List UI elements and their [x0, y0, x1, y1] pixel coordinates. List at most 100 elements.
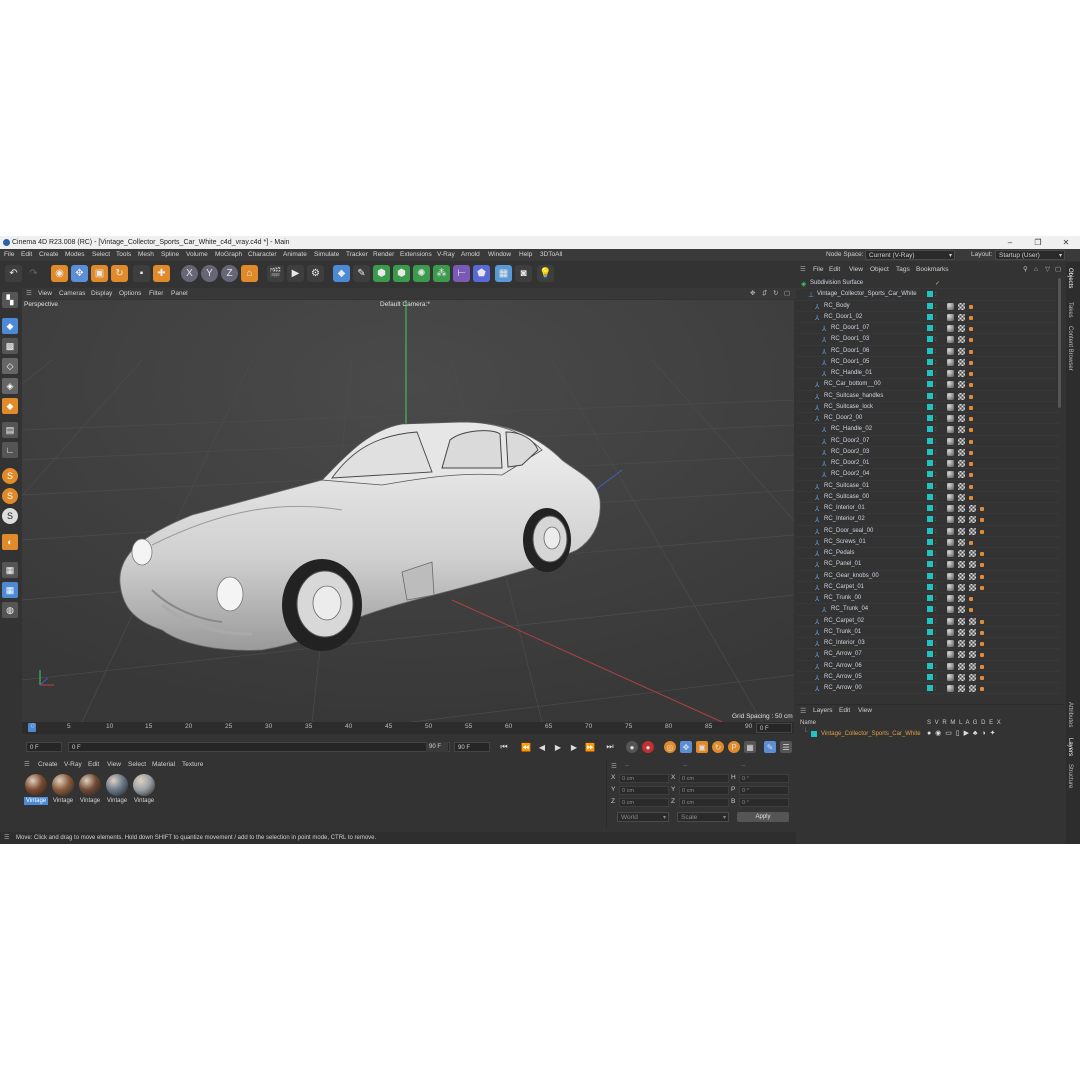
viewport-menu-icon[interactable]: ☰: [26, 288, 32, 299]
layer-color-swatch[interactable]: [927, 662, 933, 669]
object-row[interactable]: ⅄ RC_Arrow_00:: [797, 683, 1059, 695]
menu-character[interactable]: Character: [248, 249, 277, 261]
phong-tag-icon[interactable]: [969, 462, 973, 466]
texture-tag-icon[interactable]: [958, 617, 965, 625]
record-icon[interactable]: ●: [626, 741, 638, 753]
next-frame-icon[interactable]: ▶: [568, 741, 580, 753]
menu-window[interactable]: Window: [488, 249, 511, 261]
material-menu-create[interactable]: Create: [38, 760, 58, 770]
layer-color-swatch[interactable]: [927, 336, 933, 343]
texture-tag-icon[interactable]: [969, 516, 976, 524]
phong-tag-icon[interactable]: [969, 338, 973, 343]
layer-menu-layers[interactable]: Layers: [813, 707, 833, 714]
layer-row[interactable]: └ Vintage_Collector_Sports_Car_White ● ◉…: [797, 729, 1059, 739]
texture-tag-icon[interactable]: [958, 651, 965, 659]
layer-color-swatch[interactable]: [927, 505, 933, 511]
texture-tag-icon[interactable]: [958, 595, 965, 602]
phong-tag-icon[interactable]: [969, 495, 973, 500]
texture-tag-icon[interactable]: [969, 505, 976, 512]
play-icon[interactable]: ▶: [552, 741, 564, 753]
material-tag-icon[interactable]: [947, 347, 954, 355]
key-scale-icon[interactable]: ▣: [696, 741, 708, 753]
snap-settings-icon[interactable]: S: [2, 488, 18, 504]
active-camera-label[interactable]: Default Camera:*: [380, 301, 430, 308]
coord-value-field[interactable]: 0 °: [739, 798, 789, 807]
object-name[interactable]: RC_Arrow_05: [824, 672, 862, 683]
phong-tag-icon[interactable]: [980, 507, 984, 511]
object-row[interactable]: ◈ Subdivision Surface ✓: [797, 278, 1059, 290]
object-row[interactable]: ⅄ RC_Door1_05:: [797, 357, 1059, 368]
go-to-start-icon[interactable]: ⏮: [498, 741, 510, 753]
material-tag-icon[interactable]: [947, 583, 954, 591]
object-row[interactable]: ⅄ RC_Door2_01:: [797, 458, 1059, 470]
material-tag-icon[interactable]: [947, 437, 954, 445]
texture-tag-icon[interactable]: [958, 685, 965, 692]
material-tag-icon[interactable]: [947, 313, 954, 321]
object-name[interactable]: Vintage_Collector_Sports_Car_White: [817, 289, 917, 300]
viewport-menu-panel[interactable]: Panel: [171, 288, 188, 299]
quantize-icon[interactable]: S: [2, 508, 18, 524]
layer-color-swatch[interactable]: [927, 325, 933, 331]
object-name[interactable]: RC_Handle_01: [831, 368, 872, 379]
phong-tag-icon[interactable]: [969, 327, 973, 331]
coords-world-dropdown[interactable]: World: [617, 812, 669, 823]
object-menu-bookmarks[interactable]: Bookmarks: [916, 264, 949, 276]
material-tag-icon[interactable]: [947, 550, 954, 557]
material-menu-vray[interactable]: V-Ray: [64, 760, 82, 770]
object-name[interactable]: RC_Door2_00: [824, 413, 862, 424]
object-row[interactable]: ⅄ RC_Suitcase_00:: [797, 492, 1059, 503]
object-name[interactable]: RC_Pedals: [824, 548, 854, 559]
object-name[interactable]: RC_Door1_02: [824, 312, 862, 323]
layer-color-swatch[interactable]: [927, 628, 933, 635]
object-row[interactable]: ⅄ RC_Arrow_05:: [797, 672, 1059, 683]
cube-primitive-icon[interactable]: ◆: [333, 265, 350, 282]
object-menu-edit[interactable]: Edit: [829, 264, 840, 276]
recent-tool-icon[interactable]: ▪: [133, 265, 150, 282]
visibility-dots-icon[interactable]: :: [935, 684, 937, 695]
phong-tag-icon[interactable]: [980, 653, 984, 658]
layer-color-swatch[interactable]: [927, 482, 933, 489]
previous-key-icon[interactable]: ⏪: [520, 741, 532, 753]
object-name[interactable]: RC_Suitcase_01: [824, 481, 869, 492]
menu-mesh[interactable]: Mesh: [138, 249, 154, 261]
axis-z-toggle[interactable]: Z: [221, 265, 238, 282]
coord-value-field[interactable]: 0 °: [739, 774, 789, 783]
material-menu-texture[interactable]: Texture: [182, 760, 203, 770]
menu-help[interactable]: Help: [519, 249, 532, 261]
object-row[interactable]: ⅄ RC_Interior_02:: [797, 514, 1059, 526]
object-row[interactable]: ⅄ RC_Carpet_02:: [797, 616, 1059, 627]
create-tool-icon[interactable]: ✚: [153, 265, 170, 282]
object-row[interactable]: ⅄ RC_Panel_01:: [797, 559, 1059, 571]
layer-color-swatch[interactable]: [927, 313, 933, 320]
key-position-icon[interactable]: ✥: [680, 741, 692, 753]
layer-color-swatch[interactable]: [927, 291, 933, 298]
phong-tag-icon[interactable]: [969, 608, 973, 613]
object-name[interactable]: RC_Door1_06: [831, 346, 869, 357]
phong-tag-icon[interactable]: [980, 529, 984, 534]
workplane-icon[interactable]: ◐: [2, 534, 18, 550]
texture-tag-icon[interactable]: [958, 505, 965, 512]
layer-color-swatch[interactable]: [927, 685, 933, 691]
object-row[interactable]: ⅄ RC_Handle_01:: [797, 368, 1059, 380]
material-tag-icon[interactable]: [947, 482, 954, 490]
texture-tag-icon[interactable]: [958, 381, 965, 389]
material-tag-icon[interactable]: [947, 505, 954, 512]
tab-takes[interactable]: Takes: [1067, 302, 1073, 318]
phong-tag-icon[interactable]: [980, 664, 984, 669]
material-tag-icon[interactable]: [947, 392, 954, 400]
layer-color-swatch[interactable]: [927, 617, 933, 624]
coord-value-field[interactable]: 0 cm: [679, 774, 729, 783]
redo-icon[interactable]: ↷: [25, 265, 42, 282]
texture-tag-icon[interactable]: [958, 493, 965, 501]
cloner-icon[interactable]: ⬢: [393, 265, 410, 282]
menu-vray[interactable]: V-Ray: [437, 249, 455, 261]
texture-tag-icon[interactable]: [958, 673, 965, 681]
texture-tag-icon[interactable]: [958, 640, 965, 647]
material-tag-icon[interactable]: [947, 426, 954, 434]
coords-scale-dropdown[interactable]: Scale: [677, 812, 729, 823]
move-tool-icon[interactable]: ✥: [71, 265, 88, 282]
texture-tag-icon[interactable]: [958, 550, 965, 557]
object-row[interactable]: ⅄ RC_Door_seal_00:: [797, 526, 1059, 537]
material-tag-icon[interactable]: [947, 685, 954, 692]
object-row[interactable]: ⅄ RC_Carpet_01:: [797, 582, 1059, 593]
